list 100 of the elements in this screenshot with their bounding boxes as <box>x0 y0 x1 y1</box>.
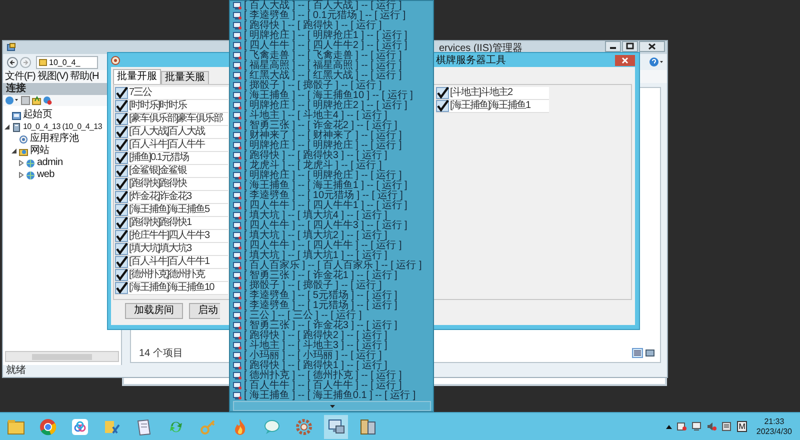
list-item[interactable]: [ 海王捕鱼 ] -- [ 海王捕鱼10 ] -- [ 运行 ] <box>244 91 413 101</box>
tree-item[interactable]: 10_0_4_13 (10_0_4_13 <box>23 121 102 133</box>
list-item[interactable]: [ 李逵劈鱼 ] -- [ 10元猎场 ] -- [ 运行 ] <box>244 191 403 201</box>
tree-item[interactable]: admin <box>37 157 63 169</box>
list-item[interactable]: [ 智勇三张 ] -- [ 诈金花1 ] -- [ 运行 ] <box>244 271 398 281</box>
computer-icon <box>233 382 242 390</box>
list-item[interactable]: [ 跑得快 ] -- [ 跑得快2 ] -- [ 运行 ] <box>244 331 388 341</box>
menu-item[interactable]: 帮助(H <box>70 70 99 82</box>
list-item[interactable]: [ 明牌抢庄 ] -- [ 明牌抢庄 ] -- [ 运行 ] <box>244 141 402 151</box>
speaker-icon[interactable] <box>706 422 717 431</box>
button[interactable]: 加载房间 <box>125 303 183 319</box>
folder-icon[interactable] <box>32 96 41 105</box>
checkbox[interactable] <box>115 113 128 125</box>
list-item[interactable]: [ 四人牛牛 ] -- [ 四人牛牛 ] -- [ 运行 ] <box>244 241 402 251</box>
list-item[interactable]: [ 李逵劈鱼 ] -- [ 1元猎场 ] -- [ 运行 ] <box>244 301 398 311</box>
list-item[interactable]: [ 四人牛牛 ] -- [ 四人牛牛2 ] -- [ 运行 ] <box>244 41 408 51</box>
menu-item[interactable]: 文件(F) <box>5 70 36 82</box>
list-item[interactable]: [ 百人大战 ] -- [ 百人大战 ] -- [ 运行 ] <box>244 1 402 11</box>
expand-icon[interactable] <box>18 172 24 178</box>
list-item[interactable]: [ 智勇三张 ] -- [ 诈金花2 ] -- [ 运行 ] <box>244 121 398 131</box>
checkbox[interactable] <box>115 269 128 281</box>
close-icon[interactable] <box>639 41 665 52</box>
list-item[interactable]: [ 百人百家乐 ] -- [ 百人百家乐 ] -- [ 运行 ] <box>244 261 422 271</box>
list-item[interactable]: [ 财神来了 ] -- [ 财神来了 ] -- [ 运行 ] <box>244 131 402 141</box>
back-icon[interactable] <box>7 56 18 68</box>
list-item[interactable]: [ 小玛丽 ] -- [ 小玛丽 ] -- [ 运行 ] <box>244 351 382 361</box>
globe-icon[interactable] <box>43 96 52 105</box>
address-field[interactable]: 10_0_4_ <box>36 56 98 68</box>
list-item[interactable]: [ 李逵劈鱼 ] -- [ 0.1元猎场 ] -- [ 运行 ] <box>244 11 406 21</box>
list-item[interactable]: [ 跑得快 ] -- [ 跑得快 ] -- [ 运行 ] <box>244 21 382 31</box>
checkbox[interactable] <box>115 152 128 164</box>
checkbox[interactable] <box>115 139 128 151</box>
checkbox[interactable] <box>115 256 128 268</box>
list-item[interactable]: [ 百人牛牛 ] -- [ 百人牛牛 ] -- [ 运行 ] <box>244 381 402 391</box>
checkbox[interactable] <box>115 191 128 203</box>
help-icon[interactable] <box>649 57 663 67</box>
list-item[interactable]: [ 李逵劈鱼 ] -- [ 5元猎场 ] -- [ 运行 ] <box>244 291 398 301</box>
scrollbar[interactable] <box>5 351 119 362</box>
maximize-icon[interactable] <box>622 41 638 52</box>
checkbox[interactable] <box>115 87 128 99</box>
caret-icon[interactable] <box>666 424 672 428</box>
computer-icon <box>233 242 242 250</box>
expand-icon[interactable] <box>4 124 10 130</box>
expand-icon[interactable] <box>18 160 24 166</box>
list-item[interactable]: [ 海王捕鱼 ] -- [ 海王捕鱼0.1 ] -- [ 运行 ] <box>244 391 416 401</box>
tree-item[interactable]: 应用程序池 <box>30 133 79 145</box>
checkbox[interactable] <box>115 178 128 190</box>
list-view-icon[interactable] <box>632 348 643 358</box>
list-item[interactable]: [ 填大坑 ] -- [ 填大坑2 ] -- [ 运行 ] <box>244 231 388 241</box>
tree-item[interactable]: web <box>37 169 54 181</box>
list-item[interactable]: [ 斗地主 ] -- [ 斗地主3 ] -- [ 运行 ] <box>244 341 388 351</box>
globe-icon <box>26 170 35 180</box>
clock-date[interactable]: 2023/4/30 <box>756 426 792 436</box>
list-item[interactable]: [ 明牌抢庄 ] -- [ 明牌抢庄 ] -- [ 运行 ] <box>244 171 402 181</box>
list-item[interactable]: [ 三公 ] -- [ 三公 ] -- [ 运行 ] <box>244 311 362 321</box>
expand-icon[interactable] <box>11 148 17 154</box>
list-item[interactable]: [ 跑得快 ] -- [ 跑得快3 ] -- [ 运行 ] <box>244 151 388 161</box>
checkbox[interactable] <box>115 165 128 177</box>
list-item[interactable]: [ 福星高照 ] -- [ 福星高照 ] -- [ 运行 ] <box>244 61 402 71</box>
list-item[interactable]: [ 明牌抢庄 ] -- [ 明牌抢庄2 ] -- [ 运行 ] <box>244 101 408 111</box>
window-title: ervices (IIS)管理器 <box>439 42 522 54</box>
list-item[interactable]: [ 四人牛牛 ] -- [ 四人牛牛1 ] -- [ 运行 ] <box>244 201 408 211</box>
checkbox[interactable] <box>115 126 128 138</box>
checkbox[interactable] <box>115 243 128 255</box>
computer-icon[interactable] <box>324 414 348 438</box>
list-item[interactable]: [ 斗地主 ] -- [ 斗地主4 ] -- [ 运行 ] <box>244 111 388 121</box>
monitor-icon[interactable] <box>692 422 702 431</box>
list-item[interactable]: [ 龙虎斗 ] -- [ 龙虎斗 ] -- [ 运行 ] <box>244 161 382 171</box>
checkbox[interactable] <box>436 87 449 99</box>
list-item[interactable]: [ 四人牛牛 ] -- [ 四人牛牛3 ] -- [ 运行 ] <box>244 221 408 231</box>
tree-item[interactable]: 起始页 <box>23 109 52 121</box>
clock-time[interactable]: 21:33 <box>764 416 784 426</box>
button[interactable]: 启动 <box>189 303 220 319</box>
menu-item[interactable]: 视图(V) <box>37 70 68 82</box>
tab[interactable]: 批量开服 <box>113 69 161 84</box>
item-count: 14 个项目 <box>139 347 183 360</box>
tab[interactable]: 批量关服 <box>161 71 209 84</box>
list-item[interactable]: [ 填大坑 ] -- [ 填大坑1 ] -- [ 运行 ] <box>244 251 388 261</box>
scroll-thumb[interactable] <box>32 354 92 360</box>
checkbox[interactable] <box>115 282 128 294</box>
checkbox[interactable] <box>115 100 128 112</box>
computer-icon <box>233 22 242 30</box>
checkbox[interactable] <box>436 100 449 112</box>
checkbox[interactable] <box>115 204 128 216</box>
list-item[interactable]: [ 海王捕鱼 ] -- [ 海王捕鱼1 ] -- [ 运行 ] <box>244 181 408 191</box>
tree-item[interactable]: 网站 <box>30 145 50 157</box>
minimize-icon[interactable] <box>605 41 621 52</box>
list-item[interactable]: [ 掷骰子 ] -- [ 掷骰子 ] -- [ 运行 ] <box>244 281 382 291</box>
list-item[interactable]: [ 填大坑 ] -- [ 填大坑4 ] -- [ 运行 ] <box>244 211 388 221</box>
list-item[interactable]: [ 红黑大战 ] -- [ 红黑大战 ] -- [ 运行 ] <box>244 71 402 81</box>
list-item[interactable]: [ 掷骰子 ] -- [ 掷骰子 ] -- [ 运行 ] <box>244 81 382 91</box>
list-item[interactable]: [ 明牌抢庄 ] -- [ 明牌抢庄1 ] -- [ 运行 ] <box>244 31 408 41</box>
globe-icon[interactable] <box>5 96 19 105</box>
list-item[interactable]: [ 智勇三张 ] -- [ 诈金花3 ] -- [ 运行 ] <box>244 321 398 331</box>
checkbox[interactable] <box>115 230 128 242</box>
input-method-indicator[interactable]: M <box>736 421 748 432</box>
computer-icon <box>233 152 242 160</box>
checkbox[interactable] <box>115 217 128 229</box>
window-icon[interactable] <box>645 348 656 358</box>
list-item[interactable]: [ 飞禽走兽 ] -- [ 飞禽走兽 ] -- [ 运行 ] <box>244 51 402 61</box>
